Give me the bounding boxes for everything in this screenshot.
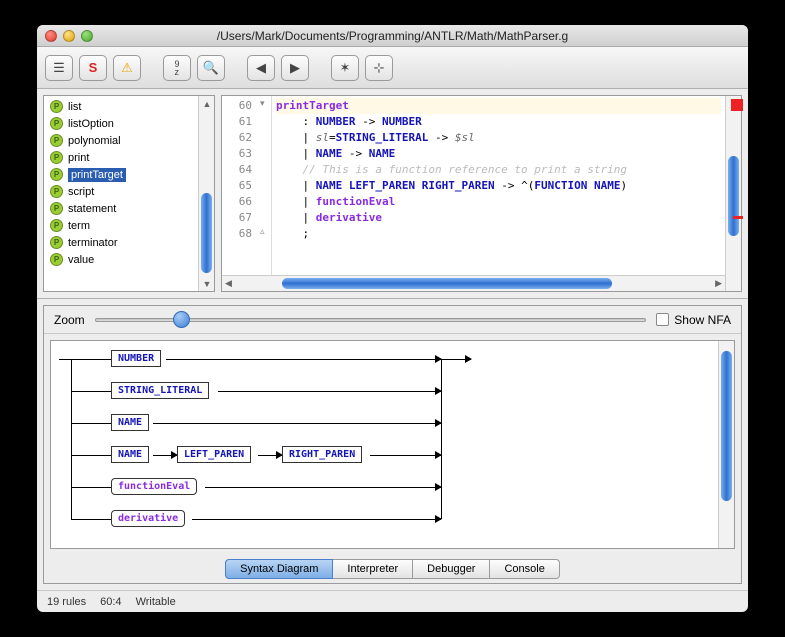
window-title: /Users/Mark/Documents/Programming/ANTLR/… [37, 29, 748, 43]
syntax-diagram[interactable]: NUMBER STRING_LITERAL NAME NAME LEFT_PAREN RI… [50, 340, 735, 549]
sidebar-item-label: list [68, 101, 81, 113]
sidebar-item-label: script [68, 186, 94, 198]
toolbar-forward-button[interactable]: ▶ [281, 55, 309, 81]
titlebar: /Users/Mark/Documents/Programming/ANTLR/… [37, 25, 748, 47]
sidebar-item-statement[interactable]: Pstatement [44, 200, 198, 217]
sidebar-item-label: terminator [68, 237, 118, 249]
sidebar-item-terminator[interactable]: Pterminator [44, 234, 198, 251]
parser-rule-icon: P [50, 151, 63, 164]
parser-rule-icon: P [50, 202, 63, 215]
status-rules: 19 rules [47, 596, 86, 608]
sidebar-item-printTarget[interactable]: PprintTarget [44, 166, 198, 183]
parser-rule-icon: P [50, 168, 63, 181]
sidebar-item-list[interactable]: Plist [44, 98, 198, 115]
sidebar-item-label: polynomial [68, 135, 121, 147]
status-bar: 19 rules 60:4 Writable [37, 590, 748, 612]
code-line[interactable]: : NUMBER -> NUMBER [276, 114, 721, 130]
toolbar-list-button[interactable]: ☰ [45, 55, 73, 81]
sidebar-item-value[interactable]: Pvalue [44, 251, 198, 268]
code-line[interactable]: | sl=STRING_LITERAL -> $sl [276, 130, 721, 146]
diagram-node[interactable]: NAME [111, 446, 149, 463]
diagram-node[interactable]: RIGHT_PAREN [282, 446, 362, 463]
diagram-node[interactable]: NAME [111, 414, 149, 431]
bottom-tabs: Syntax DiagramInterpreterDebuggerConsole [44, 555, 741, 583]
zoom-slider[interactable] [95, 312, 647, 328]
editor-vscrollbar[interactable] [725, 96, 741, 291]
parser-rule-icon: P [50, 219, 63, 232]
sidebar-item-label: listOption [68, 118, 114, 130]
diagram-node[interactable]: STRING_LITERAL [111, 382, 209, 399]
sidebar-item-label: printTarget [68, 168, 126, 182]
code-line[interactable]: ; [276, 226, 721, 242]
sidebar-item-label: print [68, 152, 89, 164]
zoom-row: Zoom Show NFA [44, 306, 741, 334]
rules-sidebar: PlistPlistOptionPpolynomialPprintPprintT… [43, 95, 215, 292]
code-line[interactable]: | derivative [276, 210, 721, 226]
diagram-node[interactable]: LEFT_PAREN [177, 446, 251, 463]
sidebar-item-label: statement [68, 203, 116, 215]
diagram-node[interactable]: derivative [111, 510, 185, 527]
toolbar-debug-button[interactable]: ✶ [331, 55, 359, 81]
zoom-label: Zoom [54, 313, 85, 327]
show-nfa-label: Show NFA [674, 313, 731, 327]
tab-debugger[interactable]: Debugger [413, 559, 490, 579]
editor-hscrollbar[interactable]: ◀ ▶ [222, 275, 725, 291]
code-line[interactable]: | functionEval [276, 194, 721, 210]
status-mode: Writable [136, 596, 176, 608]
sidebar-item-label: value [68, 254, 94, 266]
code-editor[interactable]: 606162636465666768 ▾▵ printTarget : NUMB… [221, 95, 742, 292]
code-line[interactable]: // This is a function reference to print… [276, 162, 721, 178]
sidebar-item-listOption[interactable]: PlistOption [44, 115, 198, 132]
code-line[interactable]: | NAME LEFT_PAREN RIGHT_PAREN -> ^(FUNCT… [276, 178, 721, 194]
sidebar-scrollbar[interactable]: ▲ ▼ [198, 96, 214, 291]
parser-rule-icon: P [50, 134, 63, 147]
show-nfa-checkbox[interactable]: Show NFA [656, 313, 731, 327]
diagram-node[interactable]: functionEval [111, 478, 197, 495]
parser-rule-icon: P [50, 185, 63, 198]
toolbar-format-button[interactable]: 9z [163, 55, 191, 81]
status-position: 60:4 [100, 596, 121, 608]
toolbar-back-button[interactable]: ◀ [247, 55, 275, 81]
tab-syntax-diagram[interactable]: Syntax Diagram [225, 559, 333, 579]
sidebar-item-label: term [68, 220, 90, 232]
error-tick-icon[interactable] [733, 216, 743, 219]
toolbar-tree-button[interactable]: ⊹ [365, 55, 393, 81]
sidebar-item-script[interactable]: Pscript [44, 183, 198, 200]
sidebar-item-print[interactable]: Pprint [44, 149, 198, 166]
code-line[interactable]: | NAME -> NAME [276, 146, 721, 162]
sidebar-item-term[interactable]: Pterm [44, 217, 198, 234]
toolbar-warning-button[interactable]: ⚠ [113, 55, 141, 81]
code-line[interactable]: printTarget [276, 98, 721, 114]
sidebar-item-polynomial[interactable]: Ppolynomial [44, 132, 198, 149]
parser-rule-icon: P [50, 236, 63, 249]
diagram-node[interactable]: NUMBER [111, 350, 161, 367]
tab-interpreter[interactable]: Interpreter [333, 559, 413, 579]
tab-console[interactable]: Console [490, 559, 559, 579]
parser-rule-icon: P [50, 253, 63, 266]
toolbar-search-button[interactable]: 🔍 [197, 55, 225, 81]
toolbar: ☰ S ⚠ 9z 🔍 ◀ ▶ ✶ ⊹ [37, 47, 748, 89]
parser-rule-icon: P [50, 100, 63, 113]
parser-rule-icon: P [50, 117, 63, 130]
toolbar-sort-button[interactable]: S [79, 55, 107, 81]
app-window: /Users/Mark/Documents/Programming/ANTLR/… [37, 25, 748, 612]
diagram-scrollbar[interactable] [718, 341, 734, 548]
error-marker-icon[interactable] [731, 99, 743, 111]
